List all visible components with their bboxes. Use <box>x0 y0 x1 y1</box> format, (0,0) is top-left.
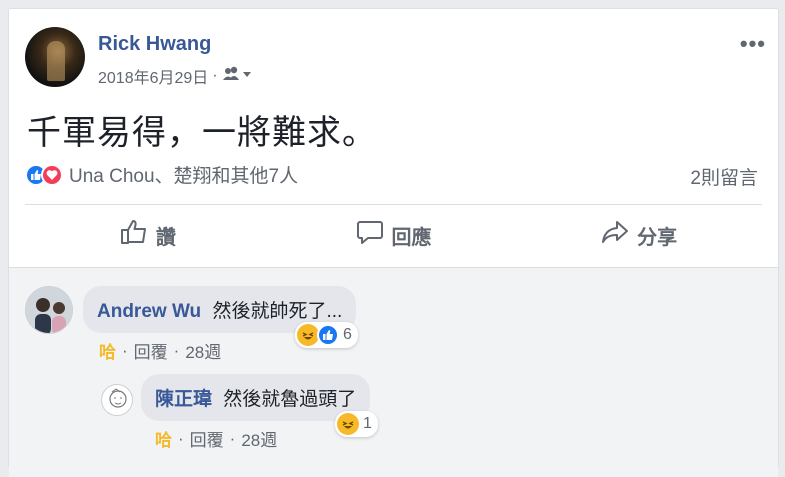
more-options-icon[interactable]: ••• <box>740 31 766 57</box>
like-button[interactable]: 讚 <box>25 215 271 255</box>
reply-link[interactable]: 回覆 <box>134 338 168 363</box>
post-card: Rick Hwang 2018年6月29日 · ••• 千軍易得，一將難求。 U… <box>8 8 779 477</box>
thumbs-up-icon <box>120 219 148 251</box>
reply-link[interactable]: 回覆 <box>190 426 224 451</box>
meta-dot: · <box>122 340 128 360</box>
divider <box>25 204 762 205</box>
author-name[interactable]: Rick Hwang <box>98 33 211 56</box>
reply-time[interactable]: 28週 <box>241 426 277 451</box>
reactions-summary[interactable]: Una Chou、楚翔和其他7人 <box>25 161 298 188</box>
comment-meta: 哈 · 回覆 · 28週 <box>99 338 221 363</box>
audience-friends-icon[interactable] <box>222 66 252 87</box>
comment-time[interactable]: 28週 <box>185 338 221 363</box>
reply-meta: 哈 · 回覆 · 28週 <box>155 426 277 451</box>
commenter-avatar[interactable] <box>25 286 73 334</box>
comments-section: Andrew Wu 然後就帥死了... 6 哈 · 回覆 · 28週 陳正瑋 然… <box>9 267 778 477</box>
reply-reactions[interactable]: 1 <box>335 411 378 437</box>
haha-link[interactable]: 哈 <box>99 338 116 363</box>
haha-reaction-icon <box>297 324 319 346</box>
author-avatar[interactable] <box>25 27 85 87</box>
comment-button[interactable]: 回應 <box>271 215 517 255</box>
reactions-names: Una Chou、楚翔和其他7人 <box>69 166 299 187</box>
share-arrow-icon <box>601 219 629 251</box>
replier-avatar[interactable] <box>101 384 133 416</box>
meta-dot: · <box>173 340 180 360</box>
post-text: 千軍易得，一將難求。 <box>27 114 377 152</box>
haha-link[interactable]: 哈 <box>155 426 172 451</box>
comment-text: 然後就帥死了... <box>212 301 343 322</box>
share-label: 分享 <box>637 226 678 249</box>
comments-count[interactable]: 2則留言 <box>690 163 758 190</box>
comment-reactions[interactable]: 6 <box>295 322 358 348</box>
share-button[interactable]: 分享 <box>516 215 762 255</box>
love-reaction-icon <box>41 163 63 186</box>
haha-reaction-icon <box>337 413 359 435</box>
replier-name[interactable]: 陳正瑋 <box>155 389 212 410</box>
post-date[interactable]: 2018年6月29日 <box>98 64 208 88</box>
reaction-count: 1 <box>363 415 372 432</box>
meta-separator: · <box>212 67 218 84</box>
reaction-count: 6 <box>343 326 352 343</box>
meta-dot: · <box>178 428 184 448</box>
comment-label: 回應 <box>391 226 432 249</box>
reply-text: 然後就魯過頭了 <box>223 389 357 410</box>
action-bar: 讚 回應 分享 <box>25 215 762 255</box>
comment-bubble-icon <box>356 219 384 251</box>
reply-bubble: 陳正瑋 然後就魯過頭了 <box>141 374 371 421</box>
like-reaction-icon <box>317 324 339 346</box>
post-meta: 2018年6月29日 · <box>98 64 252 88</box>
like-label: 讚 <box>155 226 176 249</box>
meta-dot: · <box>229 428 236 448</box>
commenter-name[interactable]: Andrew Wu <box>97 301 201 322</box>
